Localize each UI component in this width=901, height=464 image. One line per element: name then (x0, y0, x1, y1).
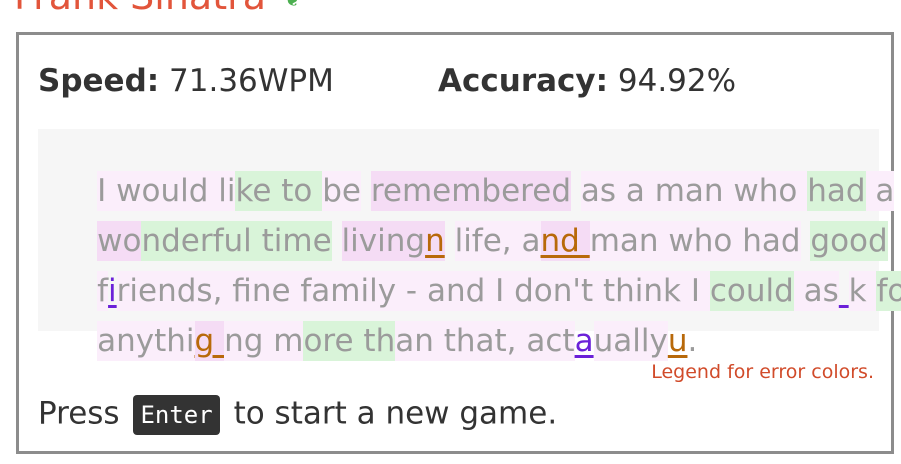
text-line-3: firiends, fine family - and I don't thin… (38, 231, 901, 311)
leaf-icon: ❦ (284, 0, 301, 11)
enter-key: Enter (133, 395, 220, 435)
press-text: Press (38, 395, 120, 432)
text-line-4: anythig ng more than that, actauallyu. (97, 321, 698, 361)
restart-hint: Press Enter to start a new game. (38, 395, 557, 435)
accuracy-value: 94.92% (617, 63, 737, 99)
results-panel: Speed: 71.36WPM Accuracy: 94.92% I would… (16, 32, 901, 454)
text-line-1: I would like to be remembered as a man w… (97, 171, 895, 211)
text-line-2: wonderful time livingn life, and man who… (97, 221, 888, 261)
error-legend-link[interactable]: Legend for error colors. (651, 361, 874, 383)
speed-label: Speed: (38, 63, 160, 99)
quote-author: Frank Sinatra ❦ (14, 0, 301, 18)
accuracy-stat: Accuracy: 94.92% (438, 63, 736, 99)
accuracy-label: Accuracy: (438, 63, 609, 99)
typed-text-box: I would like to be remembered as a man w… (38, 129, 901, 361)
speed-value: 71.36WPM (169, 63, 334, 99)
speed-stat: Speed: 71.36WPM (38, 63, 334, 99)
restart-text: to start a new game. (233, 395, 558, 432)
author-name: Frank Sinatra (14, 0, 266, 18)
